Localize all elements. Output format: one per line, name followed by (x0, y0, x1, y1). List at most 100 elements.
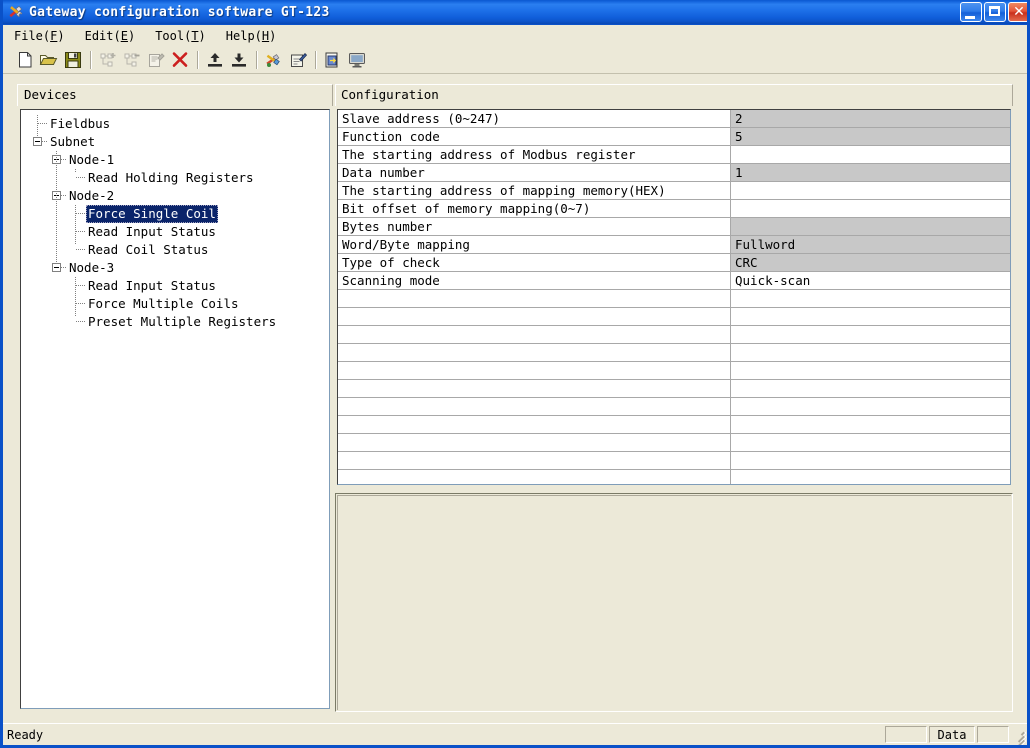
configuration-key-cell (338, 416, 731, 434)
resize-grip-icon[interactable] (1011, 728, 1025, 742)
configuration-value-cell[interactable] (731, 200, 1012, 218)
tree-item-label: Read Input Status (86, 277, 218, 295)
devices-panel-label: Devices (24, 87, 77, 102)
toolbar-separator (90, 51, 91, 69)
tree-item-read-input-status[interactable]: Read Input Status (21, 223, 329, 241)
output-panel (335, 493, 1013, 712)
toolbar-separator (256, 51, 257, 69)
configuration-value-cell[interactable] (731, 452, 1012, 470)
status-message: Ready (7, 728, 885, 742)
remove-node-icon (120, 49, 143, 71)
configuration-value-cell[interactable]: CRC (731, 254, 1012, 272)
configuration-value-cell[interactable] (731, 146, 1012, 164)
configuration-row[interactable]: Bytes number (338, 218, 1011, 236)
configuration-row[interactable]: Function code5 (338, 128, 1011, 146)
tree-item-force-multiple-coils[interactable]: Force Multiple Coils (21, 295, 329, 313)
configuration-row[interactable] (338, 344, 1011, 362)
configuration-value-cell[interactable] (731, 380, 1012, 398)
open-file-icon[interactable] (37, 49, 60, 71)
tree-item-subnet[interactable]: Subnet (21, 133, 329, 151)
configuration-value-cell[interactable] (731, 308, 1012, 326)
configuration-value-cell[interactable] (731, 182, 1012, 200)
configuration-row[interactable]: Bit offset of memory mapping(0~7) (338, 200, 1011, 218)
configuration-row[interactable]: Word/Byte mappingFullword (338, 236, 1011, 254)
configuration-value-cell[interactable]: 2 (731, 110, 1012, 128)
edit-note-icon[interactable] (286, 49, 309, 71)
configuration-key-cell: The starting address of Modbus register (338, 146, 731, 164)
configuration-row[interactable] (338, 416, 1011, 434)
configuration-value-cell[interactable]: 5 (731, 128, 1012, 146)
configuration-value-cell[interactable]: Quick-scan (731, 272, 1012, 290)
configuration-row[interactable]: The starting address of Modbus register (338, 146, 1011, 164)
configuration-key-cell (338, 452, 731, 470)
tree-collapse-icon[interactable] (52, 263, 61, 272)
configuration-row[interactable] (338, 398, 1011, 416)
minimize-button[interactable] (960, 2, 982, 22)
menu-item-edit[interactable]: Edit(E) (79, 27, 142, 45)
menu-item-file[interactable]: File(F) (8, 27, 71, 45)
configuration-grid[interactable]: Slave address (0~247)2Function code5The … (337, 109, 1011, 485)
configuration-row[interactable] (338, 470, 1011, 486)
menu-item-tool[interactable]: Tool(T) (149, 27, 212, 45)
configuration-value-cell[interactable] (731, 218, 1012, 236)
menu-item-help[interactable]: Help(H) (220, 27, 283, 45)
configuration-key-cell (338, 326, 731, 344)
configuration-row[interactable] (338, 380, 1011, 398)
configuration-key-cell: Bytes number (338, 218, 731, 236)
tree-item-label: Preset Multiple Registers (86, 313, 278, 331)
configuration-value-cell[interactable] (731, 362, 1012, 380)
configuration-row[interactable] (338, 452, 1011, 470)
tree-item-preset-multiple-registers[interactable]: Preset Multiple Registers (21, 313, 329, 331)
configuration-value-cell[interactable] (731, 398, 1012, 416)
tree-item-read-coil-status[interactable]: Read Coil Status (21, 241, 329, 259)
device-tree-body: FieldbusSubnetNode-1Read Holding Registe… (21, 110, 329, 331)
configuration-value-cell[interactable]: Fullword (731, 236, 1012, 254)
delete-icon[interactable] (168, 49, 191, 71)
configuration-key-cell (338, 344, 731, 362)
configuration-row[interactable] (338, 362, 1011, 380)
tree-item-read-input-status[interactable]: Read Input Status (21, 277, 329, 295)
configuration-row[interactable]: Slave address (0~247)2 (338, 110, 1011, 128)
save-file-icon[interactable] (61, 49, 84, 71)
tree-connector (76, 285, 85, 286)
client-area: Devices FieldbusSubnetNode-1Read Holding… (3, 74, 1027, 722)
configuration-value-cell[interactable] (731, 290, 1012, 308)
configuration-key-cell (338, 290, 731, 308)
new-file-icon[interactable] (13, 49, 36, 71)
configuration-key-cell (338, 308, 731, 326)
configuration-row[interactable] (338, 434, 1011, 452)
close-icon: ✕ (1009, 3, 1029, 21)
configuration-value-cell[interactable] (731, 416, 1012, 434)
configuration-row[interactable] (338, 326, 1011, 344)
upload-icon[interactable] (203, 49, 226, 71)
close-button[interactable]: ✕ (1008, 2, 1030, 22)
configuration-row[interactable] (338, 290, 1011, 308)
configuration-row[interactable] (338, 308, 1011, 326)
add-node-icon (96, 49, 119, 71)
tools-config-icon[interactable] (262, 49, 285, 71)
configuration-row[interactable]: Type of checkCRC (338, 254, 1011, 272)
configuration-value-cell[interactable] (731, 326, 1012, 344)
configuration-value-cell[interactable] (731, 434, 1012, 452)
status-pane-1 (885, 726, 927, 743)
configuration-key-cell: Word/Byte mapping (338, 236, 731, 254)
export-doc-icon[interactable] (321, 49, 344, 71)
monitor-icon[interactable] (345, 49, 368, 71)
tree-item-node-2[interactable]: Node-2 (21, 187, 329, 205)
configuration-value-cell[interactable]: 1 (731, 164, 1012, 182)
maximize-button[interactable] (984, 2, 1006, 22)
tree-collapse-icon[interactable] (33, 137, 42, 146)
configuration-row[interactable]: The starting address of mapping memory(H… (338, 182, 1011, 200)
download-icon[interactable] (227, 49, 250, 71)
configuration-value-cell[interactable] (731, 344, 1012, 362)
device-tree[interactable]: FieldbusSubnetNode-1Read Holding Registe… (20, 109, 330, 709)
configuration-row[interactable]: Data number1 (338, 164, 1011, 182)
configuration-row[interactable]: Scanning modeQuick-scan (338, 272, 1011, 290)
tree-item-node-3[interactable]: Node-3 (21, 259, 329, 277)
tree-item-read-holding-registers[interactable]: Read Holding Registers (21, 169, 329, 187)
tree-item-force-single-coil[interactable]: Force Single Coil (21, 205, 329, 223)
tree-connector (76, 231, 85, 232)
tree-item-node-1[interactable]: Node-1 (21, 151, 329, 169)
configuration-value-cell[interactable] (731, 470, 1012, 486)
tree-item-fieldbus[interactable]: Fieldbus (21, 115, 329, 133)
